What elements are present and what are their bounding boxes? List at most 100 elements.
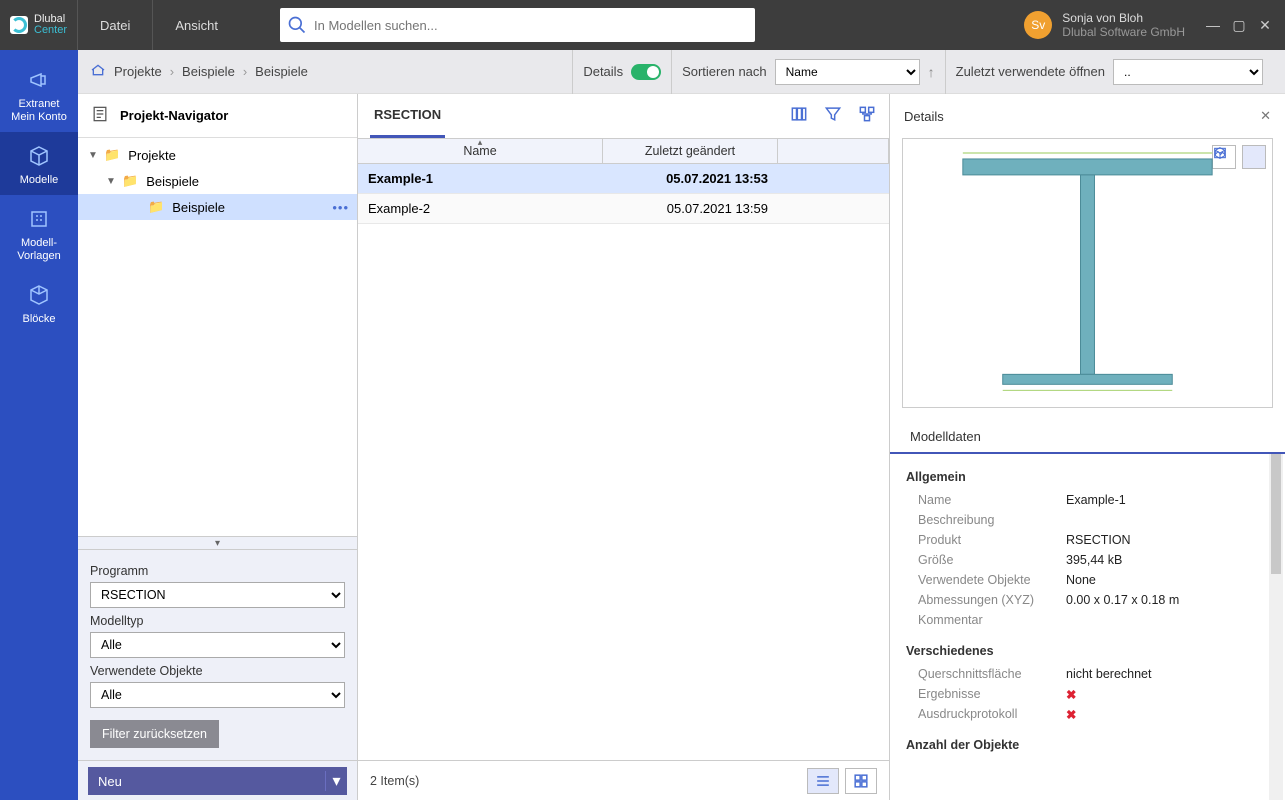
avatar: Sv	[1024, 11, 1052, 39]
filter-program-select[interactable]: RSECTION	[90, 582, 345, 608]
view-list-icon[interactable]	[807, 768, 839, 794]
rail-blocks[interactable]: Blöcke	[0, 271, 78, 334]
folder-icon: 📁	[122, 173, 138, 189]
folder-icon: 📁	[148, 199, 164, 215]
list-tab-active[interactable]: RSECTION	[370, 94, 445, 138]
col-header-modified[interactable]: Zuletzt geändert	[603, 139, 778, 163]
window-minimize[interactable]: —	[1205, 17, 1221, 34]
app-logo: Dlubal Center	[0, 0, 78, 50]
projects-icon	[90, 62, 106, 81]
view-grid-icon[interactable]	[845, 768, 877, 794]
col-header-name[interactable]: ▴ Name	[358, 139, 603, 163]
content-toolbar: Projekte › Beispiele › Beispiele Details…	[78, 50, 1285, 94]
filter-objects-label: Verwendete Objekte	[90, 664, 345, 678]
navigator-header: Projekt-Navigator	[78, 94, 357, 138]
crumb-0[interactable]: Projekte	[114, 64, 162, 79]
section-preview-icon	[903, 139, 1272, 408]
menu-view[interactable]: Ansicht	[153, 0, 240, 50]
details-tabbar: Modelldaten	[890, 420, 1285, 454]
filter-objects-select[interactable]: Alle	[90, 682, 345, 708]
chevron-right-icon: ›	[170, 64, 174, 79]
details-close-icon[interactable]: ✕	[1260, 108, 1271, 124]
tool-hierarchy-icon[interactable]	[857, 104, 877, 129]
list-tools	[789, 104, 877, 129]
grid-header: ▴ Name Zuletzt geändert	[358, 138, 889, 164]
details-label: Details	[583, 64, 623, 79]
details-toggle[interactable]	[631, 64, 661, 80]
user-name: Sonja von Bloh	[1062, 11, 1185, 25]
rail-models[interactable]: Modelle	[0, 132, 78, 195]
model-list-pane: RSECTION ▴ Name Zuletzt geändert	[358, 94, 890, 800]
item-count: 2 Item(s)	[370, 774, 419, 788]
tree-level2-selected[interactable]: 📁 Beispiele •••	[78, 194, 357, 220]
x-icon: ✖	[1066, 688, 1076, 702]
tree-root[interactable]: ▼ 📁 Projekte	[78, 142, 357, 168]
caret-down-icon: ▼	[86, 150, 100, 161]
section-general: Allgemein	[906, 470, 1269, 484]
search-input[interactable]	[314, 10, 755, 40]
rail-extranet[interactable]: Extranet Mein Konto	[0, 56, 78, 132]
search-icon	[280, 15, 314, 35]
megaphone-icon	[2, 66, 76, 94]
tool-columns-icon[interactable]	[789, 104, 809, 129]
section-objects: Anzahl der Objekte	[906, 738, 1269, 752]
navigator-icon	[90, 104, 110, 127]
table-row[interactable]: Example-2 05.07.2021 13:59	[358, 194, 889, 224]
blocks-icon	[2, 281, 76, 309]
app-header: Dlubal Center Datei Ansicht Sv Sonja von…	[0, 0, 1285, 50]
section-misc: Verschiedenes	[906, 644, 1269, 658]
recent-select[interactable]: ..	[1113, 59, 1263, 85]
project-tree: ▼ 📁 Projekte ▼ 📁 Beispiele 📁 Beispiele •…	[78, 138, 357, 536]
grid-rows: Example-1 05.07.2021 13:53 Example-2 05.…	[358, 164, 889, 760]
details-properties: Allgemein NameExample-1 Beschreibung Pro…	[890, 454, 1285, 800]
navigator-title: Projekt-Navigator	[120, 108, 228, 123]
list-header: RSECTION	[358, 94, 889, 138]
details-pane: Details ✕	[890, 94, 1285, 800]
window-controls: — ▢ ✕	[1193, 17, 1285, 34]
breadcrumb: Projekte › Beispiele › Beispiele	[90, 62, 308, 81]
rail-templates[interactable]: Modell- Vorlagen	[0, 195, 78, 271]
crumb-2[interactable]: Beispiele	[255, 64, 308, 79]
sort-group: Sortieren nach Name ↑	[671, 50, 945, 94]
x-icon: ✖	[1066, 708, 1076, 722]
tree-item-more-icon[interactable]: •••	[332, 200, 349, 215]
user-company: Dlubal Software GmbH	[1062, 25, 1185, 39]
caret-down-icon: ▼	[104, 176, 118, 187]
filter-reset-button[interactable]: Filter zurücksetzen	[90, 720, 219, 748]
details-scrollbar[interactable]	[1269, 454, 1283, 800]
project-navigator-pane: Projekt-Navigator ▼ 📁 Projekte ▼ 📁 Beisp…	[78, 94, 358, 800]
tool-filter-icon[interactable]	[823, 104, 843, 129]
user-block[interactable]: Sv Sonja von Bloh Dlubal Software GmbH	[1024, 11, 1193, 39]
list-footer: 2 Item(s)	[358, 760, 889, 800]
folder-icon: 📁	[104, 147, 120, 163]
building-icon	[2, 205, 76, 233]
menu-file[interactable]: Datei	[78, 0, 153, 50]
cube-icon	[2, 142, 76, 170]
sort-asc-icon: ▴	[478, 137, 483, 148]
crumb-1[interactable]: Beispiele	[182, 64, 235, 79]
table-row[interactable]: Example-1 05.07.2021 13:53	[358, 164, 889, 194]
details-tab-modeldata[interactable]: Modelldaten	[904, 421, 987, 452]
filter-program-label: Programm	[90, 564, 345, 578]
filter-modeltype-select[interactable]: Alle	[90, 632, 345, 658]
new-bar: Neu ▾	[78, 760, 357, 800]
model-preview	[902, 138, 1273, 408]
filter-collapse-handle[interactable]: ▾	[78, 536, 357, 550]
details-title: Details	[904, 109, 944, 124]
new-button[interactable]: Neu ▾	[88, 767, 347, 795]
window-close[interactable]: ✕	[1257, 17, 1273, 34]
window-maximize[interactable]: ▢	[1231, 17, 1247, 34]
logo-icon	[10, 16, 28, 34]
left-rail: Extranet Mein Konto Modelle Modell- Vorl…	[0, 50, 78, 800]
sort-label: Sortieren nach	[682, 64, 767, 79]
details-header: Details ✕	[890, 94, 1285, 138]
sort-direction-icon[interactable]: ↑	[928, 64, 935, 80]
details-toggle-group: Details	[572, 50, 671, 94]
filter-modeltype-label: Modelltyp	[90, 614, 345, 628]
sort-select[interactable]: Name	[775, 59, 920, 85]
tree-level1[interactable]: ▼ 📁 Beispiele	[78, 168, 357, 194]
new-button-dropdown-icon[interactable]: ▾	[325, 771, 347, 791]
chevron-right-icon: ›	[243, 64, 247, 79]
global-search[interactable]	[280, 8, 755, 42]
filter-panel: Programm RSECTION Modelltyp Alle Verwend…	[78, 550, 357, 760]
